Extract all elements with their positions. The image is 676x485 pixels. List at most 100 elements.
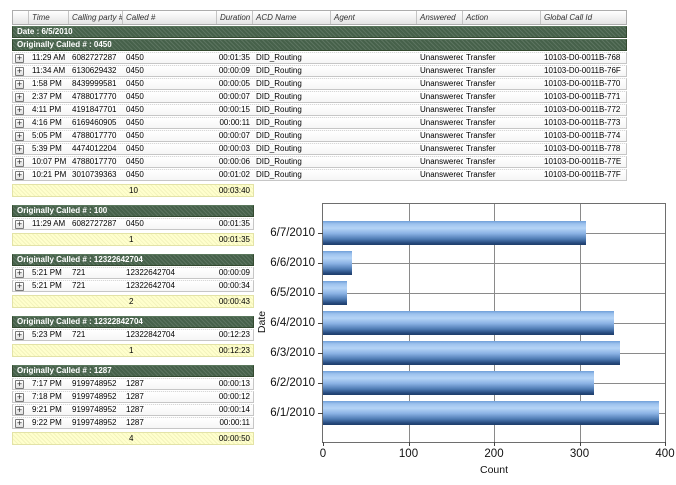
summary-spacer [29,296,69,307]
expand-button[interactable]: + [15,93,24,102]
table-row: +9:22 PM9199748952128700:00:11 [12,417,254,429]
expand-button[interactable]: + [15,132,24,141]
cell-agent [331,131,417,141]
column-header-row: TimeCalling party #Called #DurationACD N… [12,10,627,25]
expand-button[interactable]: + [15,171,24,180]
call-group: Date : 6/5/2010Originally Called # : 045… [12,26,627,197]
cell-duration: 00:01:35 [217,53,253,63]
expand-button[interactable]: + [15,158,24,167]
cell-duration: 00:12:23 [217,330,253,340]
summary-spacer [69,234,123,245]
y-axis-tick [318,413,323,414]
y-tick-label: 6/5/2010 [270,287,315,299]
chart-band: 6/3/2010 [323,338,665,368]
plot-area: Count 6/7/20106/6/20106/5/20106/4/20106/… [322,203,666,443]
expand-button[interactable]: + [15,331,24,340]
chart-bar [323,251,352,275]
table-row: +1:58 PM8439999581045000:00:05DID_Routin… [12,78,627,90]
summary-spacer [69,433,123,444]
summary-total-duration: 00:12:23 [217,345,253,356]
gridline-horizontal [323,263,665,264]
cell-called: 1287 [123,379,217,389]
x-axis-tick [494,442,495,446]
cell-time: 5:05 PM [29,131,69,141]
table-row: +7:18 PM9199748952128700:00:12 [12,391,254,403]
table-row: +5:21 PM7211232264270400:00:34 [12,280,254,292]
cell-calling-party: 6130629432 [69,66,123,76]
summary-spacer [29,234,69,245]
expand-button[interactable]: + [15,67,24,76]
cell-duration: 00:00:13 [217,379,253,389]
group-summary-row: 200:00:43 [12,295,254,308]
expand-button[interactable]: + [15,80,24,89]
expand-button[interactable]: + [15,380,24,389]
expand-button[interactable]: + [15,406,24,415]
cell-calling-party: 6082727287 [69,219,123,229]
expand-button[interactable]: + [15,106,24,115]
cell-calling-party: 4788017770 [69,157,123,167]
expand-button[interactable]: + [15,282,24,291]
table-row: +10:21 PM3010739363045000:01:02DID_Routi… [12,169,627,181]
expand-button[interactable]: + [15,54,24,63]
column-header: ACD Name [253,11,331,24]
cell-called: 0450 [123,53,217,63]
expand-button[interactable]: + [15,393,24,402]
summary-spacer [13,296,29,307]
x-axis-tick [323,442,324,446]
cell-global-call-id: 10103-D0-0011B-772 [541,105,626,115]
cell-answered: Unanswered [417,118,463,128]
column-header: Time [29,11,69,24]
summary-spacer [13,234,29,245]
chart-bar [323,371,594,395]
cell-duration: 00:00:15 [217,105,253,115]
cell-agent [331,92,417,102]
table-row: +11:29 AM6082727287045000:01:35DID_Routi… [12,52,627,64]
cell-agent [331,118,417,128]
chart-band: 6/7/2010 [323,218,665,248]
column-header-spacer [13,11,29,24]
cell-action: Transfer [463,79,541,89]
cell-acd-name: DID_Routing [253,157,331,167]
summary-spacer [69,296,123,307]
summary-total-duration: 00:03:40 [217,185,253,196]
cell-time: 7:18 PM [29,392,69,402]
summary-count: 10 [123,185,217,196]
cell-answered: Unanswered [417,157,463,167]
cell-called: 0450 [123,170,217,180]
cell-time: 11:34 AM [29,66,69,76]
group-header: Originally Called # : 1287 [12,365,254,377]
y-axis-tick [318,353,323,354]
cell-called: 0450 [123,105,217,115]
cell-agent [331,53,417,63]
cell-duration: 00:00:12 [217,392,253,402]
table-row: +11:29 AM6082727287045000:01:35 [12,218,254,230]
table-row: +5:23 PM7211232284270400:12:23 [12,329,254,341]
expand-button[interactable]: + [15,145,24,154]
expand-button[interactable]: + [15,419,24,428]
group-summary-row: 100:01:35 [12,233,254,246]
group-header: Originally Called # : 12322642704 [12,254,254,266]
cell-action: Transfer [463,131,541,141]
expand-button[interactable]: + [15,220,24,229]
expand-button[interactable]: + [15,269,24,278]
cell-called: 0450 [123,79,217,89]
cell-called: 0450 [123,131,217,141]
cell-called: 12322842704 [123,330,217,340]
cell-acd-name: DID_Routing [253,92,331,102]
summary-spacer [29,345,69,356]
summary-count: 1 [123,234,217,245]
bar-chart: Date Count 6/7/20106/6/20106/5/20106/4/2… [250,196,676,485]
summary-count: 2 [123,296,217,307]
summary-spacer [69,185,123,196]
cell-duration: 00:00:05 [217,79,253,89]
group-summary-row: 1000:03:40 [12,184,254,197]
cell-agent [331,105,417,115]
summary-spacer [69,345,123,356]
cell-acd-name: DID_Routing [253,79,331,89]
expand-button[interactable]: + [15,119,24,128]
table-row: +2:37 PM4788017770045000:00:07DID_Routin… [12,91,627,103]
cell-calling-party: 9199748952 [69,379,123,389]
y-tick-label: 6/1/2010 [270,407,315,419]
chart-bar [323,221,586,245]
column-header: Agent [331,11,417,24]
